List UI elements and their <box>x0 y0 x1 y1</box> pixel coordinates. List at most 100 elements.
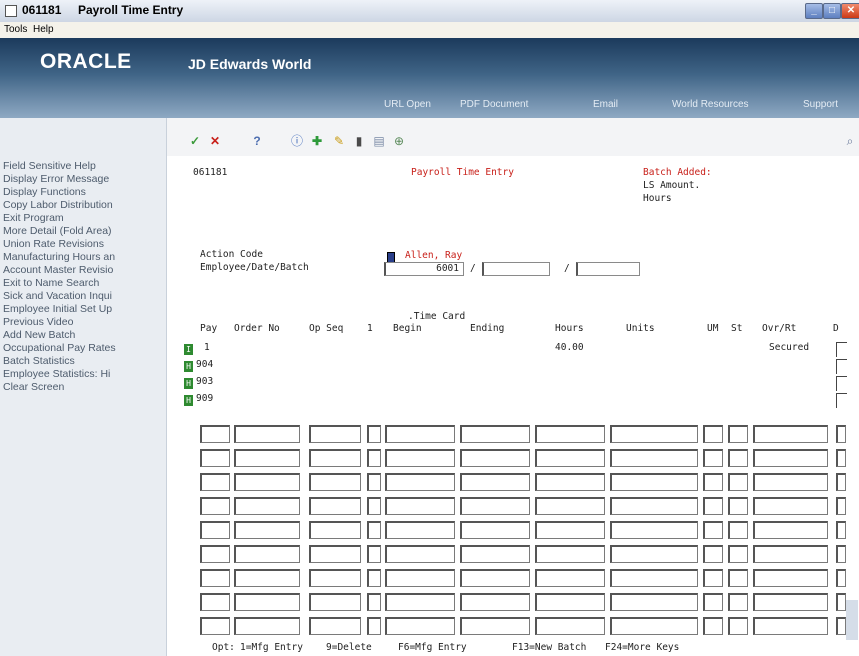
grid-um-field[interactable] <box>703 569 723 587</box>
side-item-add-batch[interactable]: Add New Batch <box>3 329 165 341</box>
side-item-batch-statistics[interactable]: Batch Statistics <box>3 355 165 367</box>
grid-begin-field[interactable] <box>385 569 455 587</box>
link-world-resources[interactable]: World Resources <box>672 99 749 110</box>
grid-st-field[interactable] <box>728 617 748 635</box>
footer-key-mfg-entry[interactable]: 1=Mfg Entry <box>240 642 303 653</box>
grid-hours-field[interactable] <box>535 617 605 635</box>
side-item-union-rate[interactable]: Union Rate Revisions <box>3 238 165 250</box>
grid-d-field[interactable] <box>836 449 846 467</box>
side-item-manufacturing-hours[interactable]: Manufacturing Hours an <box>3 251 165 263</box>
grid-ending-field[interactable] <box>460 521 530 539</box>
grid-one-field[interactable] <box>367 497 381 515</box>
grid-pay-field[interactable] <box>200 569 230 587</box>
grid-ending-field[interactable] <box>460 473 530 491</box>
grid-um-field[interactable] <box>703 521 723 539</box>
grid-begin-field[interactable] <box>385 449 455 467</box>
check-icon[interactable]: ✓ <box>188 134 202 148</box>
date-field[interactable] <box>482 262 550 276</box>
close-icon[interactable]: ✕ <box>841 3 859 19</box>
grid-units-field[interactable] <box>610 593 698 611</box>
grid-begin-field[interactable] <box>385 593 455 611</box>
grid-begin-field[interactable] <box>385 497 455 515</box>
grid-order-no-field[interactable] <box>234 425 300 443</box>
side-item-more-detail[interactable]: More Detail (Fold Area) <box>3 225 165 237</box>
grid-hours-field[interactable] <box>535 473 605 491</box>
grid-begin-field[interactable] <box>385 545 455 563</box>
grid-order-no-field[interactable] <box>234 569 300 587</box>
delete-icon[interactable]: ▮ <box>352 134 366 148</box>
grid-um-field[interactable] <box>703 473 723 491</box>
footer-key-delete[interactable]: 9=Delete <box>326 642 372 653</box>
grid-st-field[interactable] <box>728 569 748 587</box>
grid-hours-field[interactable] <box>535 593 605 611</box>
row-d-field[interactable] <box>836 376 847 391</box>
side-item-employee-statistics[interactable]: Employee Statistics: Hi <box>3 368 165 380</box>
grid-order-no-field[interactable] <box>234 593 300 611</box>
grid-st-field[interactable] <box>728 497 748 515</box>
grid-units-field[interactable] <box>610 569 698 587</box>
grid-ovr-rt-field[interactable] <box>753 449 828 467</box>
grid-um-field[interactable] <box>703 449 723 467</box>
grid-ending-field[interactable] <box>460 617 530 635</box>
grid-one-field[interactable] <box>367 617 381 635</box>
menu-tools[interactable]: Tools <box>4 24 27 35</box>
grid-um-field[interactable] <box>703 497 723 515</box>
grid-um-field[interactable] <box>703 593 723 611</box>
grid-one-field[interactable] <box>367 569 381 587</box>
link-email[interactable]: Email <box>593 99 618 110</box>
employee-number-field[interactable]: 6001 <box>384 262 464 276</box>
grid-one-field[interactable] <box>367 449 381 467</box>
grid-units-field[interactable] <box>610 545 698 563</box>
grid-d-field[interactable] <box>836 545 846 563</box>
side-item-display-error[interactable]: Display Error Message <box>3 173 165 185</box>
grid-units-field[interactable] <box>610 425 698 443</box>
side-item-name-search[interactable]: Exit to Name Search <box>3 277 165 289</box>
grid-ovr-rt-field[interactable] <box>753 473 828 491</box>
grid-pay-field[interactable] <box>200 473 230 491</box>
edit-icon[interactable]: ✎ <box>332 134 346 148</box>
side-item-employee-setup[interactable]: Employee Initial Set Up <box>3 303 165 315</box>
grid-begin-field[interactable] <box>385 425 455 443</box>
grid-ending-field[interactable] <box>460 545 530 563</box>
grid-ending-field[interactable] <box>460 569 530 587</box>
grid-order-no-field[interactable] <box>234 473 300 491</box>
grid-um-field[interactable] <box>703 425 723 443</box>
grid-one-field[interactable] <box>367 425 381 443</box>
side-item-account-master[interactable]: Account Master Revisio <box>3 264 165 276</box>
window-menu-icon[interactable] <box>5 5 17 17</box>
grid-pay-field[interactable] <box>200 497 230 515</box>
grid-hours-field[interactable] <box>535 497 605 515</box>
grid-order-no-field[interactable] <box>234 449 300 467</box>
grid-pay-field[interactable] <box>200 545 230 563</box>
footer-key-f6-mfg-entry[interactable]: F6=Mfg Entry <box>398 642 467 653</box>
grid-ending-field[interactable] <box>460 449 530 467</box>
grid-op-seq-field[interactable] <box>309 521 361 539</box>
row-option-indicator[interactable]: H <box>184 378 193 389</box>
side-item-clear-screen[interactable]: Clear Screen <box>3 381 165 393</box>
grid-one-field[interactable] <box>367 473 381 491</box>
grid-begin-field[interactable] <box>385 473 455 491</box>
grid-ending-field[interactable] <box>460 593 530 611</box>
grid-st-field[interactable] <box>728 545 748 563</box>
maximize-icon[interactable]: □ <box>823 3 841 19</box>
row-d-field[interactable] <box>836 359 847 374</box>
scrollbar[interactable] <box>846 600 858 640</box>
grid-op-seq-field[interactable] <box>309 593 361 611</box>
grid-d-field[interactable] <box>836 521 846 539</box>
row-option-indicator[interactable]: H <box>184 361 193 372</box>
grid-units-field[interactable] <box>610 521 698 539</box>
zoom-icon[interactable]: ⊕ <box>392 134 406 148</box>
grid-d-field[interactable] <box>836 473 846 491</box>
grid-one-field[interactable] <box>367 545 381 563</box>
grid-order-no-field[interactable] <box>234 521 300 539</box>
grid-pay-field[interactable] <box>200 521 230 539</box>
side-item-copy-labor[interactable]: Copy Labor Distribution <box>3 199 165 211</box>
row-option-indicator[interactable]: H <box>184 395 193 406</box>
grid-hours-field[interactable] <box>535 521 605 539</box>
grid-d-field[interactable] <box>836 617 846 635</box>
row-option-indicator[interactable]: I <box>184 344 193 355</box>
grid-ending-field[interactable] <box>460 425 530 443</box>
grid-ovr-rt-field[interactable] <box>753 593 828 611</box>
grid-units-field[interactable] <box>610 617 698 635</box>
grid-d-field[interactable] <box>836 425 846 443</box>
